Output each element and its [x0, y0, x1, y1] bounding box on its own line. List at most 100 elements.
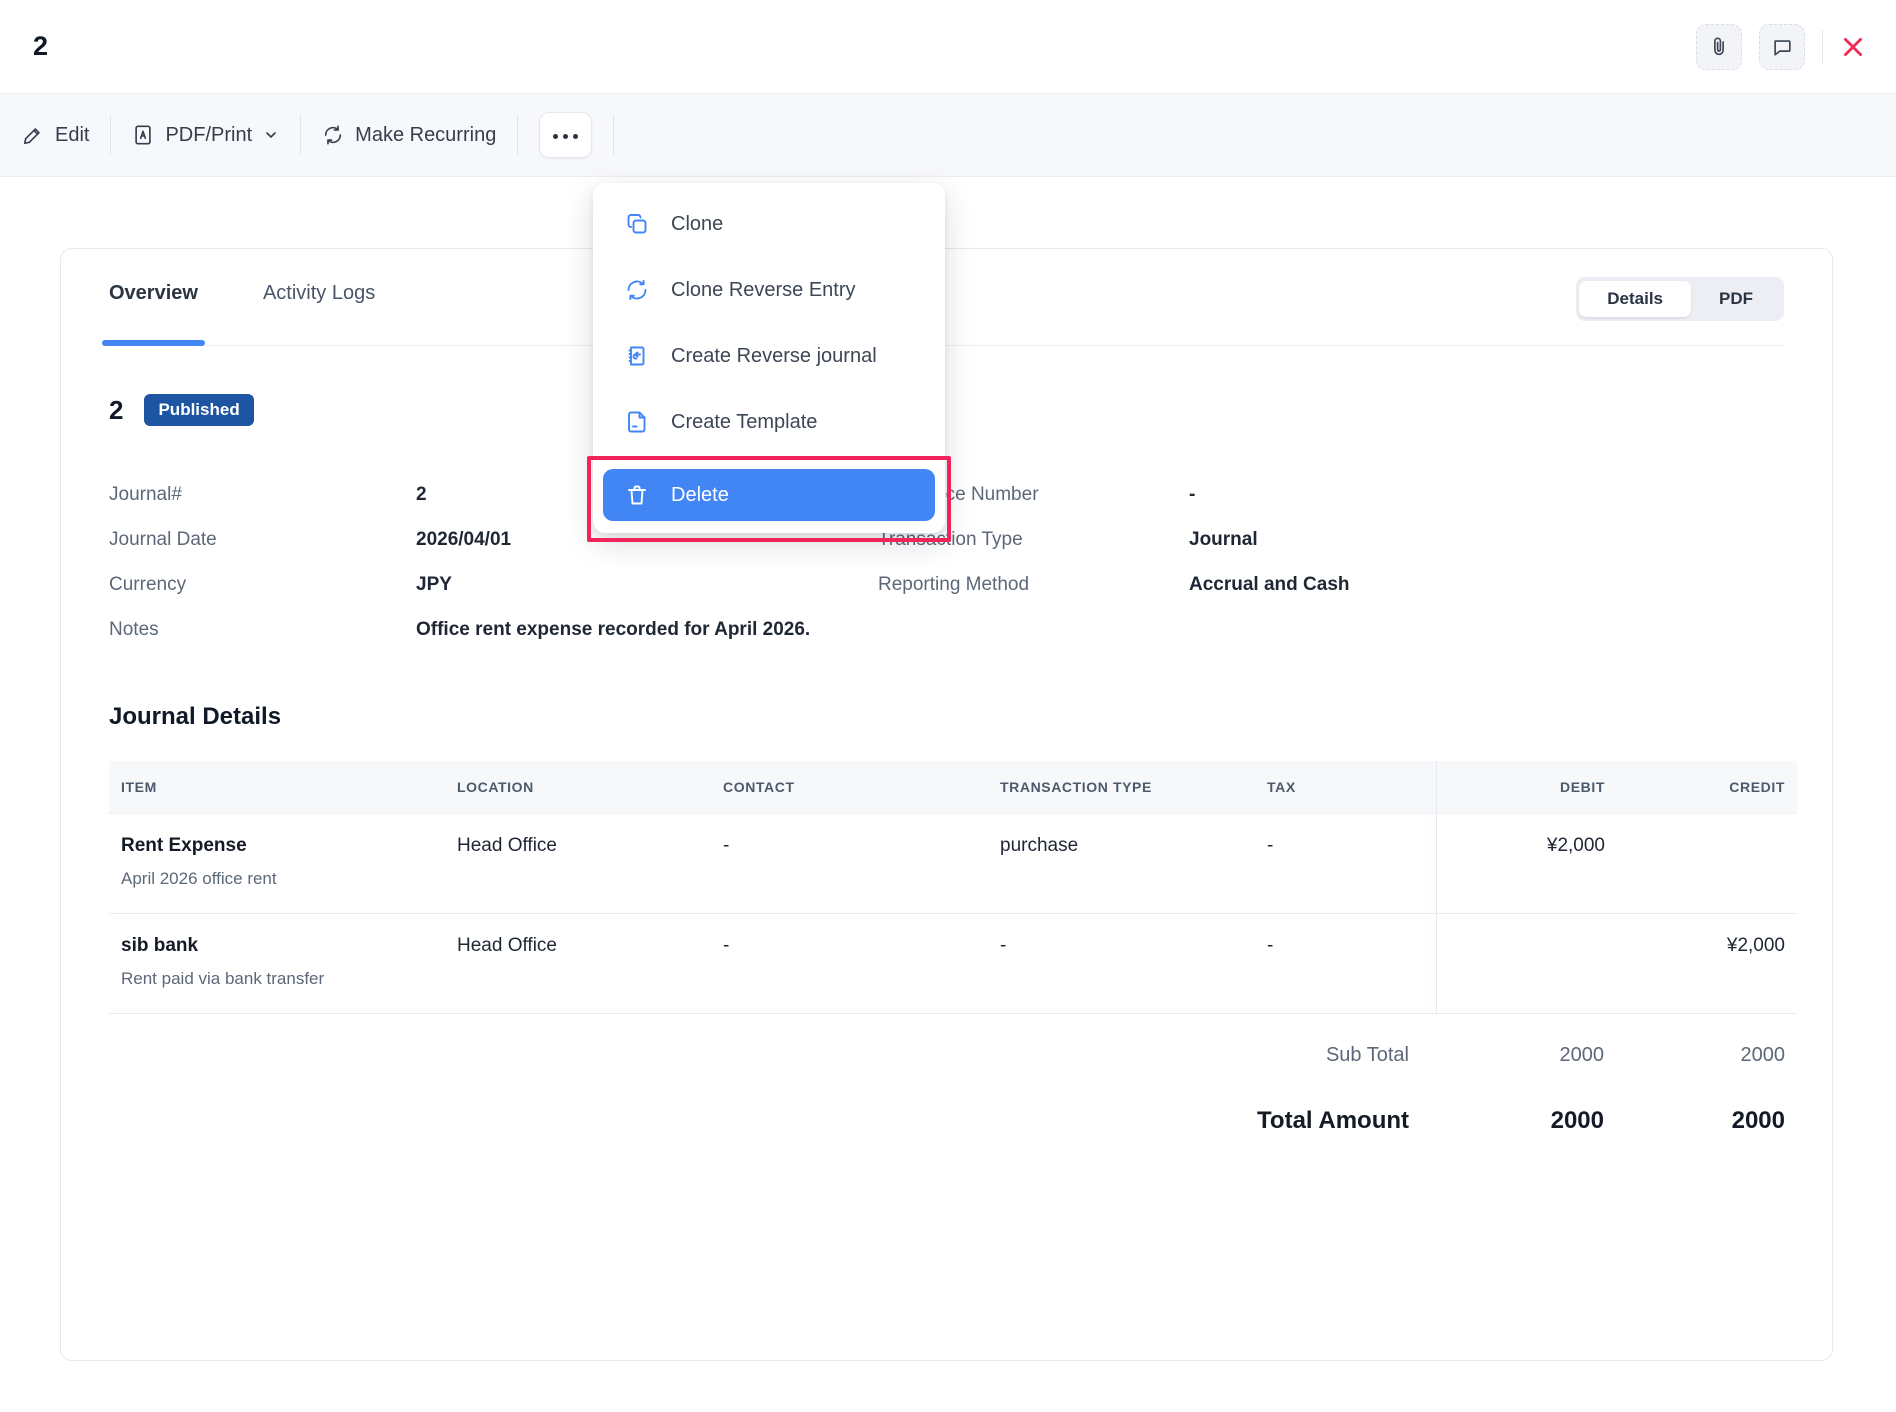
template-icon [625, 410, 649, 434]
header-actions [1696, 24, 1866, 70]
table-header-row: ITEM LOCATION CONTACT TRANSACTION TYPE T… [109, 761, 1797, 813]
amount-column-divider [1436, 761, 1437, 1014]
menu-item-clone-reverse-entry[interactable]: Clone Reverse Entry [593, 257, 945, 323]
row-location: Head Office [445, 813, 711, 913]
make-recurring-label: Make Recurring [355, 124, 496, 147]
pdf-print-button[interactable]: PDF/Print [132, 124, 279, 147]
row-debit [1436, 913, 1617, 1013]
toolbar-divider [300, 115, 301, 155]
row-location: Head Office [445, 913, 711, 1013]
paperclip-icon [1708, 36, 1730, 58]
edit-label: Edit [55, 124, 89, 147]
close-button[interactable] [1840, 34, 1866, 60]
sub-total-row: Sub Total 2000 2000 [109, 1044, 1797, 1067]
field-label: Journal# [109, 484, 416, 506]
make-recurring-button[interactable]: Make Recurring [322, 124, 496, 147]
menu-item-create-template[interactable]: Create Template [593, 389, 945, 455]
row-transaction-type: purchase [988, 813, 1255, 913]
sub-total-debit: 2000 [1435, 1044, 1616, 1067]
row-debit: ¥2,000 [1436, 813, 1617, 913]
tabs-row: Overview Activity Logs Details PDF [109, 249, 1784, 346]
menu-item-label: Delete [671, 484, 729, 507]
table-row: sib bank Rent paid via bank transfer Hea… [109, 913, 1797, 1013]
chevron-down-icon [263, 127, 279, 143]
row-contact: - [711, 913, 988, 1013]
row-credit: ¥2,000 [1617, 913, 1797, 1013]
field-label: Journal Date [109, 529, 416, 551]
col-credit: CREDIT [1617, 761, 1797, 813]
field-value: Journal [1189, 529, 1784, 551]
status-badge: Published [144, 394, 253, 426]
toolbar-divider [517, 115, 518, 155]
view-toggle: Details PDF [1576, 277, 1784, 321]
sub-total-label: Sub Total [1326, 1044, 1435, 1067]
reverse-journal-icon [625, 344, 649, 368]
attachment-button[interactable] [1696, 24, 1742, 70]
window-header: 2 [0, 0, 1896, 93]
totals-section: Sub Total 2000 2000 Total Amount 2000 20… [109, 1044, 1797, 1135]
row-contact: - [711, 813, 988, 913]
journal-detail-card: Overview Activity Logs Details PDF 2 Pub… [60, 248, 1833, 1361]
toggle-details[interactable]: Details [1579, 281, 1691, 317]
total-amount-row: Total Amount 2000 2000 [109, 1107, 1797, 1135]
toggle-pdf[interactable]: PDF [1691, 281, 1781, 317]
more-actions-menu: Clone Clone Reverse Entry Create Reverse… [593, 183, 945, 533]
status-row: 2 Published [109, 394, 1784, 426]
clone-reverse-icon [625, 278, 649, 302]
menu-item-create-reverse-journal[interactable]: Create Reverse journal [593, 323, 945, 389]
window-title: 2 [33, 31, 48, 62]
recurring-icon [322, 124, 344, 146]
toolbar-divider [110, 115, 111, 155]
more-actions-button[interactable] [539, 112, 592, 158]
menu-item-label: Create Template [671, 411, 817, 434]
journal-details-table: ITEM LOCATION CONTACT TRANSACTION TYPE T… [109, 761, 1784, 1014]
table-row: Rent Expense April 2026 office rent Head… [109, 813, 1797, 913]
total-amount-label: Total Amount [1257, 1107, 1435, 1135]
clone-icon [625, 212, 649, 236]
field-label: Reporting Method [878, 574, 1189, 596]
header-divider [1822, 30, 1823, 64]
field-value: Accrual and Cash [1189, 574, 1784, 596]
row-tax: - [1255, 813, 1436, 913]
row-credit [1617, 813, 1797, 913]
toolbar-divider [613, 115, 614, 155]
tab-activity-logs[interactable]: Activity Logs [263, 282, 375, 343]
row-item-name: sib bank [121, 935, 433, 957]
col-location: LOCATION [445, 761, 711, 813]
row-transaction-type: - [988, 913, 1255, 1013]
menu-item-clone[interactable]: Clone [593, 191, 945, 257]
field-value: JPY [416, 574, 878, 596]
col-debit: DEBIT [1436, 761, 1617, 813]
col-contact: CONTACT [711, 761, 988, 813]
col-tax: TAX [1255, 761, 1436, 813]
close-icon [1840, 34, 1866, 60]
field-value: - [1189, 484, 1784, 506]
pencil-icon [22, 124, 44, 146]
field-label: Currency [109, 574, 416, 596]
edit-button[interactable]: Edit [22, 124, 89, 147]
pdf-print-label: PDF/Print [165, 124, 252, 147]
trash-icon [625, 483, 649, 507]
menu-item-label: Clone [671, 213, 723, 236]
col-item: ITEM [109, 761, 445, 813]
row-item-name: Rent Expense [121, 835, 433, 857]
journal-number-heading: 2 [109, 395, 123, 426]
journal-details-title: Journal Details [109, 703, 1784, 731]
action-toolbar: Edit PDF/Print Make Recurring [0, 93, 1896, 177]
field-value: Office rent expense recorded for April 2… [416, 619, 878, 641]
row-item-note: April 2026 office rent [121, 869, 433, 889]
menu-item-label: Clone Reverse Entry [671, 279, 856, 302]
menu-item-delete[interactable]: Delete [603, 469, 935, 521]
comment-icon [1771, 36, 1793, 58]
total-amount-debit: 2000 [1435, 1107, 1616, 1135]
ellipsis-icon [553, 125, 578, 139]
col-transaction-type: TRANSACTION TYPE [988, 761, 1255, 813]
pdf-file-icon [132, 124, 154, 146]
journal-fields: Journal# 2 Reference Number - Journal Da… [109, 484, 1784, 641]
tab-overview[interactable]: Overview [109, 282, 198, 343]
menu-item-label: Create Reverse journal [671, 345, 877, 368]
row-tax: - [1255, 913, 1436, 1013]
comments-button[interactable] [1759, 24, 1805, 70]
sub-total-credit: 2000 [1616, 1044, 1797, 1067]
row-item-note: Rent paid via bank transfer [121, 969, 433, 989]
